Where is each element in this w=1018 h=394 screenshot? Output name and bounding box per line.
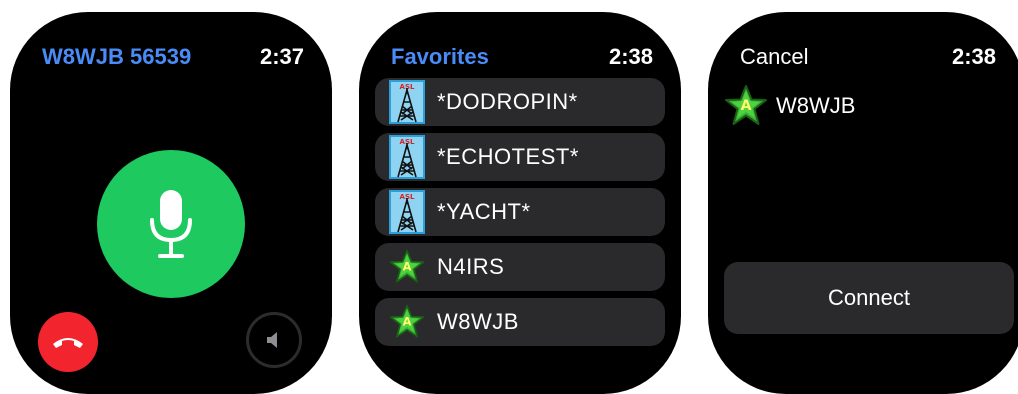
status-bar: W8WJB 56539 2:37 [42,42,304,72]
radio-tower-icon [389,190,425,234]
push-to-talk-button[interactable] [97,150,245,298]
speaker-button[interactable] [246,312,302,368]
watch-favorites-screen: Favorites 2:38 *DODROPIN* *ECHOTEST* *YA… [359,12,681,394]
green-star-icon [389,249,425,283]
microphone-icon [150,190,192,258]
favorite-item[interactable]: *YACHT* [375,188,665,236]
node-row: W8WJB [724,84,855,128]
favorite-item[interactable]: N4IRS [375,243,665,291]
phone-hangup-icon [53,338,83,348]
clock: 2:37 [259,44,304,69]
green-star-icon [725,85,767,125]
status-bar: Cancel 2:38 [740,42,996,72]
clock: 2:38 [951,44,996,69]
favorite-label: *YACHT* [437,199,531,224]
watch-connect-screen: Cancel 2:38 W8WJB Connect [708,12,1018,394]
clock: 2:38 [608,44,653,69]
radio-tower-icon [389,80,425,124]
favorite-item[interactable]: *ECHOTEST* [375,133,665,181]
connect-button[interactable]: Connect [724,262,1014,334]
favorites-title: Favorites [391,44,489,69]
watch-call-screen: W8WJB 56539 2:37 [10,12,332,394]
node-label: W8WJB [776,93,856,118]
cancel-button[interactable]: Cancel [740,44,808,70]
green-star-icon [389,304,425,338]
favorite-item[interactable]: *DODROPIN* [375,78,665,126]
favorites-list: *DODROPIN* *ECHOTEST* *YACHT* N4IRS W8WJ… [375,78,665,353]
call-title[interactable]: W8WJB 56539 [42,44,191,70]
radio-tower-icon [389,135,425,179]
status-bar: Favorites 2:38 [391,42,653,72]
favorite-label: N4IRS [437,254,505,279]
favorite-label: W8WJB [437,309,519,334]
favorite-label: *ECHOTEST* [437,144,579,169]
favorite-label: *DODROPIN* [437,89,578,114]
favorite-item[interactable]: W8WJB [375,298,665,346]
hang-up-button[interactable] [38,312,98,372]
speaker-icon [267,332,277,348]
